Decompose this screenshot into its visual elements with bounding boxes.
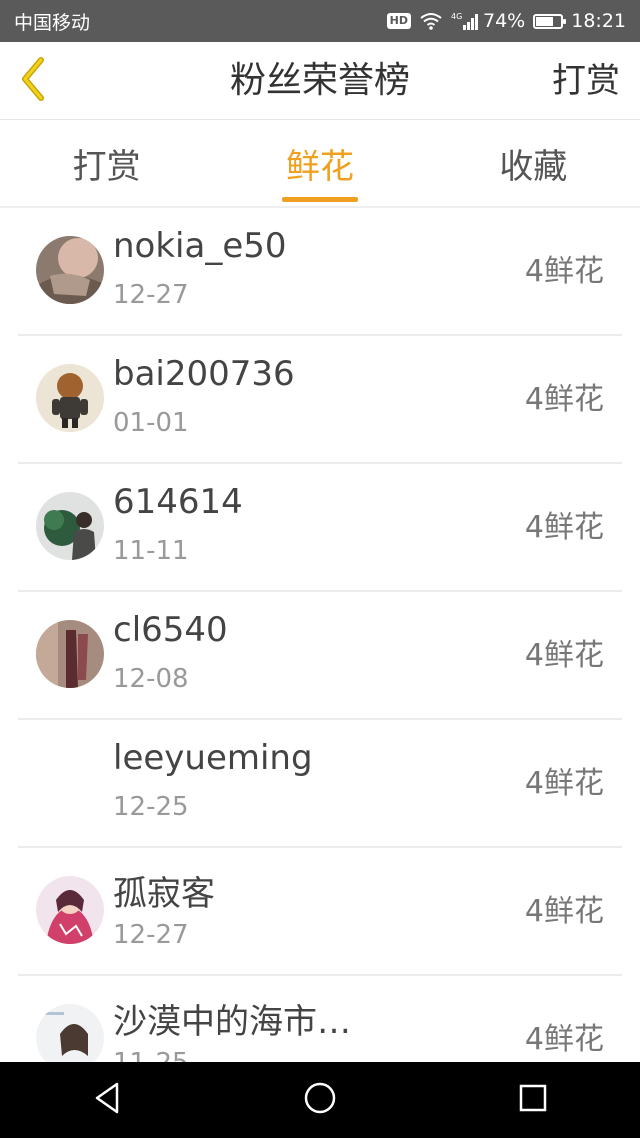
username: cl6540 — [113, 610, 228, 650]
square-recent-icon — [518, 1083, 548, 1117]
system-nav-bar — [0, 1062, 640, 1138]
list-item[interactable]: cl6540 12-08 4鲜花 — [18, 592, 622, 720]
avatar[interactable] — [36, 876, 104, 944]
battery-fill — [536, 16, 554, 26]
signal-icon: 4G — [451, 11, 478, 31]
tip-button[interactable]: 打赏 — [552, 42, 620, 120]
tab-label: 收藏 — [499, 146, 568, 187]
avatar[interactable] — [36, 236, 104, 304]
triangle-back-icon — [92, 1081, 122, 1119]
flower-count: 4鲜花 — [524, 766, 604, 801]
date: 12-27 — [113, 920, 189, 950]
hd-badge: HD — [386, 13, 411, 29]
clock: 18:21 — [571, 10, 626, 32]
list-item[interactable]: bai200736 01-01 4鲜花 — [18, 336, 622, 464]
username: bai200736 — [113, 354, 295, 394]
flower-count: 4鲜花 — [524, 1022, 604, 1057]
header: 粉丝荣誉榜 打赏 — [0, 42, 640, 120]
tab-label: 打赏 — [72, 146, 141, 187]
network-type: 4G — [451, 12, 462, 21]
list-item[interactable]: leeyueming 12-25 4鲜花 — [18, 720, 622, 848]
flower-count: 4鲜花 — [524, 894, 604, 929]
avatar[interactable] — [36, 620, 104, 688]
tab-favorites[interactable]: 收藏 — [427, 120, 640, 206]
avatar[interactable] — [36, 364, 104, 432]
active-tab-indicator — [281, 197, 358, 202]
status-bar: 中国移动 HD 4G 74% 18:21 — [0, 0, 640, 42]
nav-back-button[interactable] — [77, 1070, 137, 1130]
battery-icon — [533, 13, 567, 29]
date: 12-25 — [113, 792, 189, 822]
list-item[interactable]: 614614 11-11 4鲜花 — [18, 464, 622, 592]
date: 01-01 — [113, 408, 189, 438]
tab-bar: 打赏 鲜花 收藏 — [0, 120, 640, 208]
list-item[interactable]: 沙漠中的海市… 11-25 4鲜花 — [18, 976, 622, 1062]
page-title: 粉丝荣誉榜 — [229, 60, 410, 101]
date: 12-08 — [113, 664, 189, 694]
date: 12-27 — [113, 280, 189, 310]
avatar[interactable] — [36, 492, 104, 560]
tab-tip[interactable]: 打赏 — [0, 120, 213, 206]
avatar[interactable] — [36, 1004, 104, 1062]
status-icons: HD 4G 74% 18:21 — [386, 10, 626, 32]
username: leeyueming — [113, 738, 313, 778]
flower-count: 4鲜花 — [524, 510, 604, 545]
flower-count: 4鲜花 — [524, 638, 604, 673]
flower-count: 4鲜花 — [524, 254, 604, 289]
fan-list[interactable]: nokia_e50 12-27 4鲜花 bai200736 01-01 4鲜花 … — [0, 208, 640, 1062]
username: 沙漠中的海市… — [113, 1002, 351, 1042]
nav-recent-button[interactable] — [503, 1070, 563, 1130]
list-item[interactable]: nokia_e50 12-27 4鲜花 — [18, 208, 622, 336]
carrier-label: 中国移动 — [14, 11, 91, 34]
tab-flowers[interactable]: 鲜花 — [213, 120, 426, 206]
username: 614614 — [113, 482, 243, 522]
wifi-icon — [419, 11, 443, 31]
username: 孤寂客 — [113, 874, 215, 914]
battery-percent: 74% — [483, 10, 526, 32]
nav-home-button[interactable] — [290, 1070, 350, 1130]
username: nokia_e50 — [113, 226, 287, 266]
circle-home-icon — [303, 1081, 337, 1119]
tab-label: 鲜花 — [285, 146, 354, 187]
date: 11-11 — [113, 536, 189, 566]
list-item[interactable]: 孤寂客 12-27 4鲜花 — [18, 848, 622, 976]
flower-count: 4鲜花 — [524, 382, 604, 417]
date: 11-25 — [113, 1048, 189, 1062]
